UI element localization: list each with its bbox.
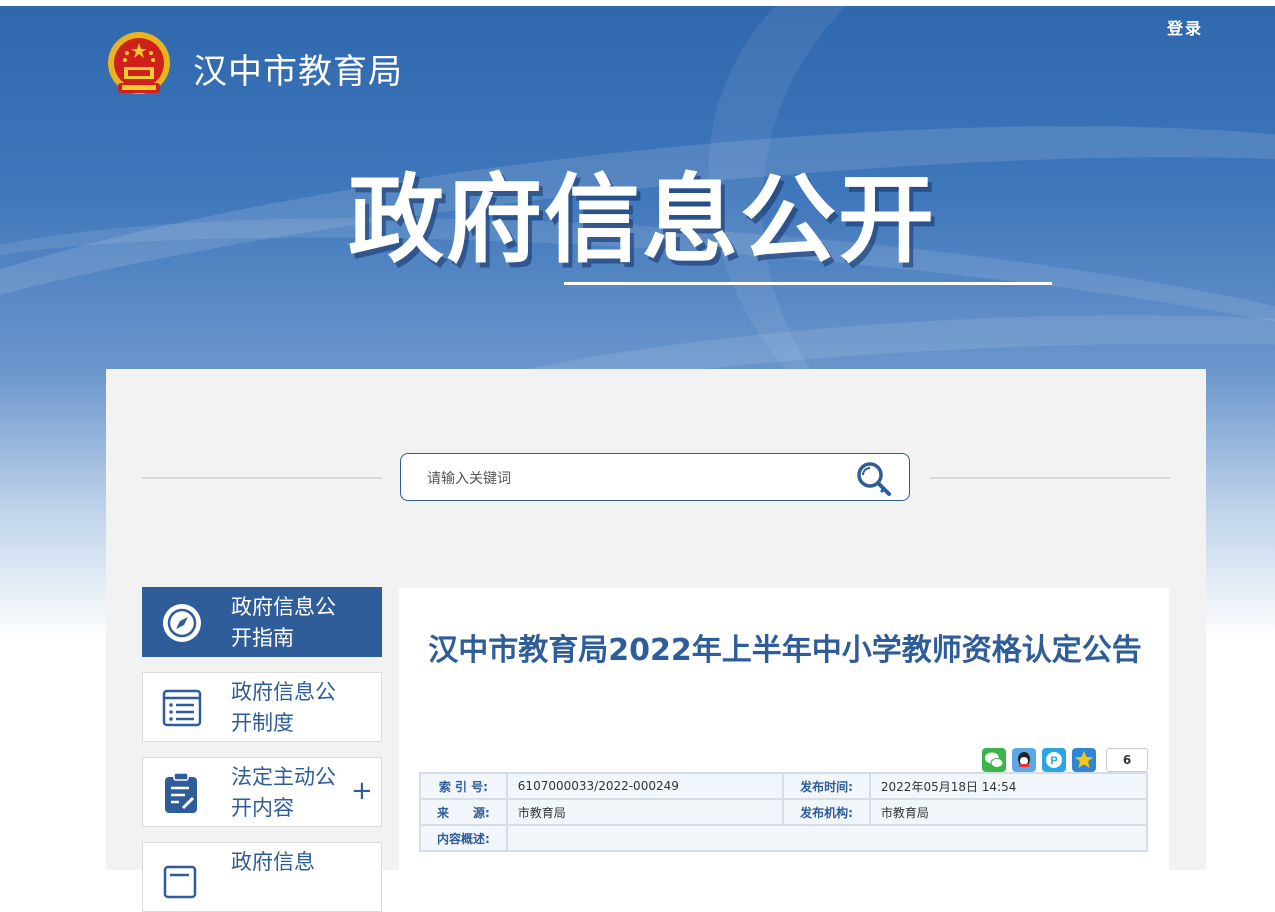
qq-share-icon[interactable] [1012, 748, 1036, 772]
table-row: 内容概述: [419, 824, 1149, 852]
sidebar-item-guide[interactable]: 政府信息公开指南 [142, 587, 382, 657]
org-value: 市教育局 [868, 798, 1149, 826]
search-input[interactable] [425, 466, 829, 492]
search-icon[interactable] [854, 459, 894, 499]
sidebar-item-report[interactable]: 政府信息 [142, 842, 382, 912]
login-link[interactable]: 登录 [1167, 15, 1203, 39]
sidebar-item-label: 法定主动公开内容 [231, 765, 336, 820]
clipboard-edit-icon [165, 772, 197, 813]
divider [142, 477, 382, 479]
sidebar-item-label: 政府信息 [231, 850, 315, 874]
divider [930, 477, 1170, 479]
index-value: 6107000033/2022-000249 [505, 772, 785, 800]
national-emblem-icon [108, 32, 170, 94]
qzone-share-icon[interactable]: P [1042, 748, 1066, 772]
summary-label: 内容概述: [419, 824, 508, 852]
site-title[interactable]: 汉中市教育局 [193, 44, 403, 93]
search-box [400, 453, 910, 501]
sidebar-item-label: 政府信息公开制度 [231, 680, 336, 735]
source-value: 市教育局 [505, 798, 785, 826]
star-share-icon[interactable] [1072, 748, 1096, 772]
hero-title: 政府信息公开 [348, 164, 936, 276]
time-label: 发布时间: [782, 772, 871, 800]
time-value: 2022年05月18日 14:54 [868, 772, 1149, 800]
expand-plus-icon[interactable]: + [351, 778, 373, 804]
source-label: 来 源: [419, 798, 508, 826]
share-count: 6 [1106, 748, 1148, 772]
table-row: 来 源: 市教育局 发布机构: 市教育局 [419, 798, 1149, 826]
org-label: 发布机构: [782, 798, 871, 826]
table-row: 索 引 号: 6107000033/2022-000249 发布时间: 2022… [419, 772, 1149, 800]
sidebar-item-label: 政府信息公开指南 [231, 595, 336, 650]
report-icon [163, 865, 197, 899]
document-list-icon [162, 689, 202, 727]
wechat-share-icon[interactable] [982, 748, 1006, 772]
index-label: 索 引 号: [419, 772, 508, 800]
svg-text:P: P [1050, 755, 1057, 767]
hero-underline [564, 282, 1052, 285]
sidebar-item-system[interactable]: 政府信息公开制度 [142, 672, 382, 742]
compass-icon [163, 604, 201, 642]
article-title: 汉中市教育局2022年上半年中小学教师资格认定公告 [428, 633, 1142, 668]
summary-value [505, 824, 1149, 852]
top-strip [0, 0, 1275, 6]
article-meta-table: 索 引 号: 6107000033/2022-000249 发布时间: 2022… [419, 772, 1149, 852]
sidebar-item-mandatory-content[interactable]: 法定主动公开内容 + [142, 757, 382, 827]
